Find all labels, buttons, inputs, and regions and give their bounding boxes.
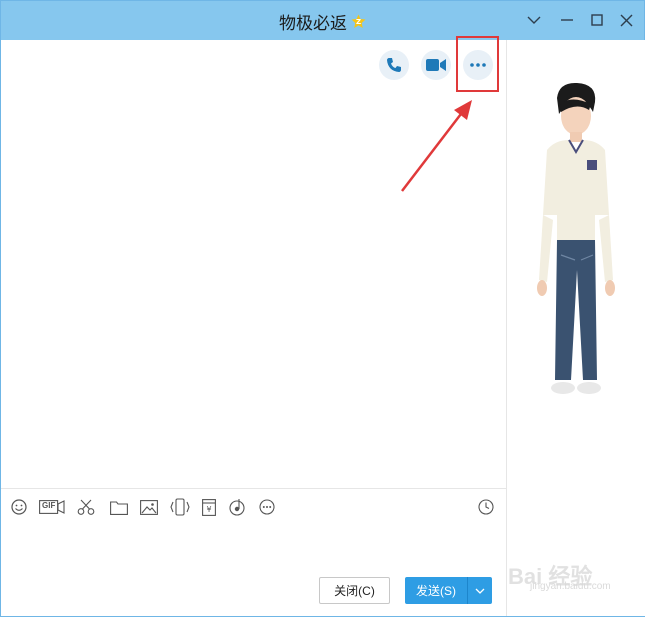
annotation-arrow: [401, 100, 472, 192]
music-icon[interactable]: [227, 498, 247, 516]
send-button[interactable]: 发送(S): [405, 577, 467, 604]
gif-label: GIF: [42, 501, 56, 510]
watermark-url: jingyan.baidu.com: [530, 581, 611, 592]
input-toolbar: GIF ¥: [1, 494, 506, 520]
qq-vip-badge-icon: Z: [351, 14, 366, 28]
window-title-container: 物极必返 Z: [1, 9, 644, 34]
shake-icon[interactable]: [170, 498, 190, 516]
baidu-jingyan-watermark: Bai 经验 jingyan.baidu.com: [498, 541, 638, 605]
minimize-icon[interactable]: [558, 11, 576, 29]
svg-text:¥: ¥: [206, 505, 211, 514]
avatar-show-panel: [506, 40, 645, 616]
send-options-dropdown[interactable]: [467, 577, 492, 604]
gif-icon[interactable]: GIF: [39, 498, 65, 516]
close-icon[interactable]: [617, 11, 635, 29]
red-packet-icon[interactable]: ¥: [199, 498, 219, 516]
maximize-icon[interactable]: [588, 11, 606, 29]
video-camera-icon: [426, 59, 446, 71]
more-icon[interactable]: [257, 498, 277, 516]
chevron-down-icon[interactable]: [525, 11, 543, 29]
folder-icon[interactable]: [109, 498, 129, 516]
voice-call-button[interactable]: [379, 50, 409, 80]
svg-text:Z: Z: [356, 18, 361, 26]
title-bar[interactable]: 物极必返 Z: [1, 1, 644, 40]
avatar-figure: [537, 82, 615, 394]
message-input[interactable]: [1, 521, 506, 571]
close-button[interactable]: 关闭(C): [319, 577, 390, 604]
video-call-button[interactable]: [421, 50, 451, 80]
phone-icon: [387, 58, 401, 72]
input-divider: [1, 488, 506, 489]
highlight-annotation-box: [456, 36, 499, 92]
chat-window: 物极必返 Z GIF ¥ 关闭(C) 发送(S) Bai 经验 jingyan.…: [0, 0, 645, 617]
screenshot-scissors-icon[interactable]: [76, 498, 96, 516]
chevron-down-icon: [475, 588, 485, 594]
window-title: 物极必返: [279, 14, 347, 33]
image-icon[interactable]: [139, 498, 159, 516]
emoji-icon[interactable]: [9, 498, 29, 516]
history-clock-icon[interactable]: [476, 498, 496, 516]
